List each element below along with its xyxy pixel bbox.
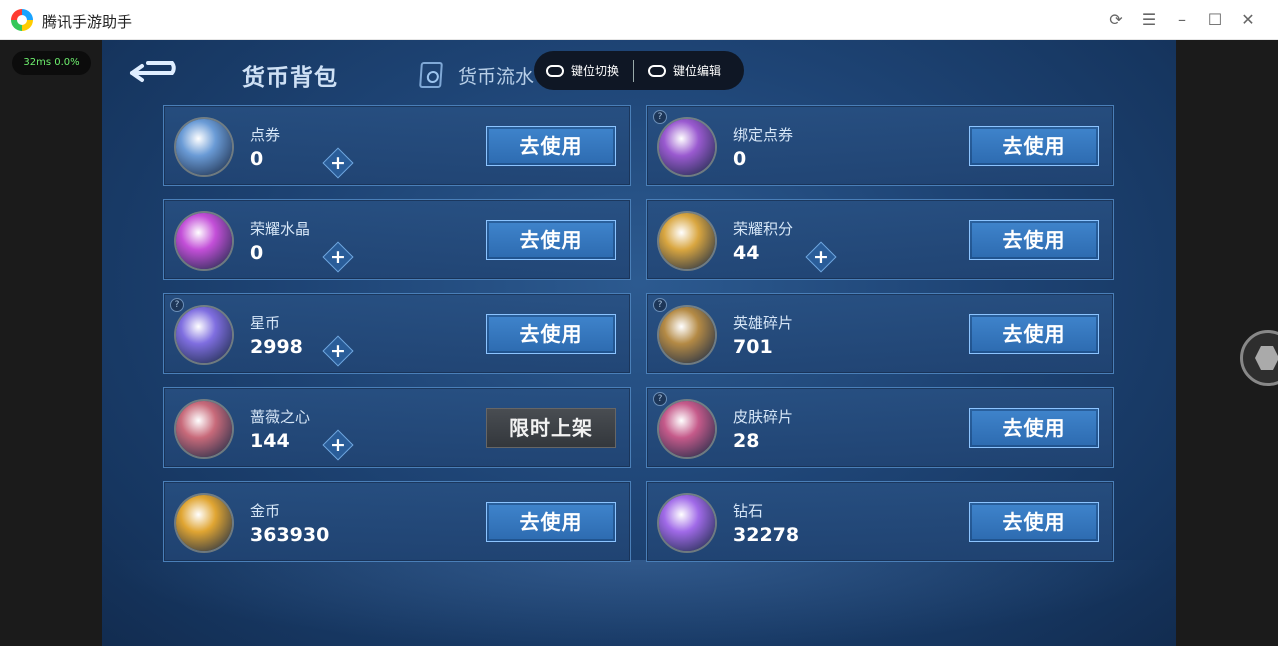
maximize-icon[interactable]: ☐	[1205, 10, 1225, 30]
currency-name: 荣耀积分	[733, 220, 794, 238]
use-button[interactable]: 去使用	[486, 502, 616, 542]
currency-card: 点券 0 + 去使用	[163, 105, 631, 186]
plus-icon: +	[330, 434, 346, 456]
key-edit-label: 键位编辑	[673, 64, 722, 78]
use-button[interactable]: 去使用	[486, 220, 616, 260]
rose-heart-icon	[176, 401, 232, 457]
plus-icon: +	[330, 340, 346, 362]
use-button[interactable]: 去使用	[969, 314, 1099, 354]
currency-name: 星币	[250, 314, 281, 332]
help-icon[interactable]: ?	[170, 298, 184, 312]
currency-card: 蔷薇之心 144 + 限时上架	[163, 387, 631, 468]
currency-amount: 2998	[250, 336, 303, 358]
game-viewport: 货币背包 货币流水 点券 0 + 去使用? 绑定点券 0 去使用 荣耀水晶 0 + 去使用 荣耀积分 4…	[102, 40, 1176, 646]
star-coin-icon	[176, 307, 232, 363]
use-button[interactable]: 去使用	[486, 314, 616, 354]
currency-amount: 32278	[733, 524, 800, 546]
hero-shard-icon	[659, 307, 715, 363]
gold-coin-icon	[176, 495, 232, 551]
currency-amount: 701	[733, 336, 773, 358]
plus-icon: +	[330, 152, 346, 174]
add-currency-button[interactable]: +	[322, 429, 354, 461]
currency-card: 金币 363930 去使用	[163, 481, 631, 562]
glory-points-icon	[659, 213, 715, 269]
close-icon[interactable]: ✕	[1238, 10, 1258, 30]
add-currency-button[interactable]: +	[322, 147, 354, 179]
gamepad-icon	[546, 64, 564, 77]
currency-name: 钻石	[733, 502, 764, 520]
tab-currency-wallet[interactable]: 货币背包	[242, 58, 338, 92]
window-titlebar: 腾讯手游助手 ⟳ ☰ – ☐ ✕	[0, 0, 1278, 40]
currency-amount: 44	[733, 242, 760, 264]
key-mapping-pill: 键位切换 键位编辑	[534, 51, 744, 90]
use-button[interactable]: 去使用	[969, 220, 1099, 260]
app-logo-icon	[11, 9, 33, 31]
currency-flow-icon	[419, 62, 443, 88]
plus-icon: +	[330, 246, 346, 268]
currency-card: 钻石 32278 去使用	[646, 481, 1114, 562]
divider	[633, 59, 635, 82]
bound-voucher-icon	[659, 119, 715, 175]
currency-card: ? 皮肤碎片 28 去使用	[646, 387, 1114, 468]
currency-name: 金币	[250, 502, 281, 520]
currency-amount: 0	[250, 148, 264, 170]
currency-name: 绑定点券	[733, 126, 794, 144]
menu-icon[interactable]: ☰	[1139, 10, 1159, 30]
help-icon[interactable]: ?	[653, 298, 667, 312]
currency-amount: 0	[733, 148, 747, 170]
plus-icon: +	[813, 246, 829, 268]
add-currency-button[interactable]: +	[805, 241, 837, 273]
use-button[interactable]: 去使用	[969, 502, 1099, 542]
help-icon[interactable]: ?	[653, 110, 667, 124]
currency-name: 英雄碎片	[733, 314, 794, 332]
left-side-panel	[0, 40, 102, 646]
currency-amount: 0	[250, 242, 264, 264]
tab-currency-flow[interactable]: 货币流水	[458, 62, 534, 89]
gamepad-icon	[648, 64, 667, 77]
glory-crystal-icon	[176, 213, 232, 269]
currency-name: 蔷薇之心	[250, 408, 311, 426]
add-currency-button[interactable]: +	[322, 335, 354, 367]
currency-amount: 28	[733, 430, 760, 452]
latency-indicator: 32ms 0.0%	[12, 51, 91, 75]
currency-name: 皮肤碎片	[733, 408, 794, 426]
skin-shard-icon	[659, 401, 715, 457]
currency-card: 荣耀积分 44 + 去使用	[646, 199, 1114, 280]
diamond-icon	[659, 495, 715, 551]
use-button[interactable]: 去使用	[486, 126, 616, 166]
currency-amount: 363930	[250, 524, 330, 546]
currency-name: 荣耀水晶	[250, 220, 311, 238]
add-currency-button[interactable]: +	[322, 241, 354, 273]
help-icon[interactable]: ?	[653, 392, 667, 406]
back-arrow-icon[interactable]	[128, 58, 184, 88]
key-edit-button[interactable]: 键位编辑	[648, 62, 721, 79]
refresh-icon[interactable]: ⟳	[1106, 10, 1126, 30]
currency-card: ? 星币 2998 + 去使用	[163, 293, 631, 374]
key-switch-label: 键位切换	[571, 64, 620, 78]
app-title: 腾讯手游助手	[42, 13, 133, 31]
limited-time-button[interactable]: 限时上架	[486, 408, 616, 448]
use-button[interactable]: 去使用	[969, 126, 1099, 166]
voucher-icon	[176, 119, 232, 175]
currency-amount: 144	[250, 430, 290, 452]
key-switch-button[interactable]: 键位切换	[546, 62, 619, 79]
currency-card: 荣耀水晶 0 + 去使用	[163, 199, 631, 280]
minimize-icon[interactable]: –	[1172, 10, 1192, 30]
currency-name: 点券	[250, 126, 281, 144]
currency-card: ? 英雄碎片 701 去使用	[646, 293, 1114, 374]
currency-card: ? 绑定点券 0 去使用	[646, 105, 1114, 186]
use-button[interactable]: 去使用	[969, 408, 1099, 448]
